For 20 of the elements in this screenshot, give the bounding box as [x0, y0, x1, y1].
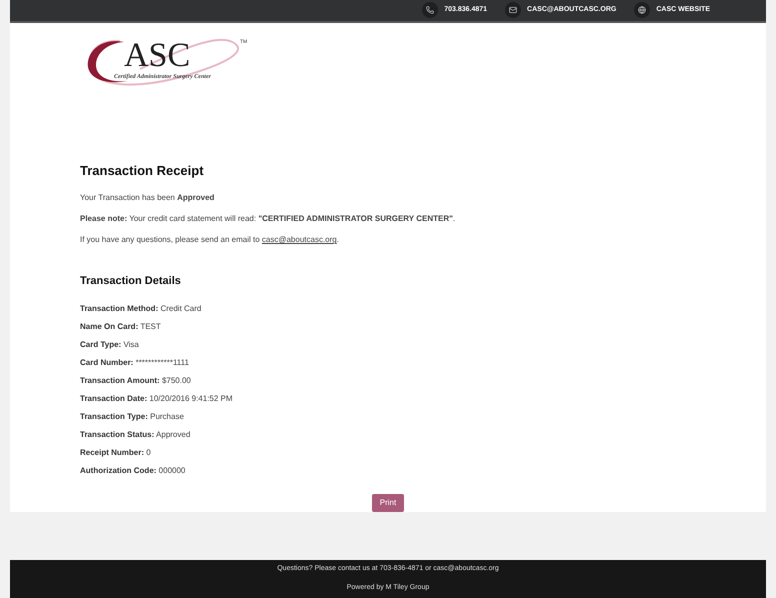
- detail-row-text: Transaction Type: Purchase: [80, 412, 185, 422]
- detail-row-text: Transaction Date: 10/20/2016 9:41:52 PM: [80, 394, 234, 404]
- detail-row-text: Name On Card: TEST: [80, 322, 162, 332]
- status-text: Your Transaction has been Approved: [80, 192, 216, 204]
- mail-icon: [505, 2, 522, 18]
- detail-row-text: Transaction Method: Credit Card: [80, 304, 202, 314]
- detail-row-text: Transaction Amount: $750.00: [80, 376, 192, 386]
- print-button[interactable]: Print: [372, 494, 404, 512]
- email-link[interactable]: casc@aboutcasc.org: [262, 235, 337, 244]
- detail-row-text: Receipt Number: 0: [80, 448, 152, 458]
- detail-row-text: Card Type: Visa: [80, 340, 140, 350]
- globe-icon: [634, 2, 650, 18]
- contact-text: If you have any questions, please send an email to casc@aboutcasc.org.: [80, 234, 340, 246]
- detail-row-text: Card Number: ************1111: [80, 358, 190, 368]
- detail-row-text: Authorization Code: 000000: [80, 466, 186, 476]
- detail-row-text: Transaction Status: Approved: [80, 430, 192, 440]
- page-title: Transaction Receipt: [80, 162, 205, 180]
- phone-icon: [422, 2, 438, 18]
- section-title: Transaction Details: [80, 274, 182, 290]
- note-text: Please note: Your credit card statement will read: "CERTIFIED ADMINISTRATOR SURGERY CENTER".: [80, 213, 456, 226]
